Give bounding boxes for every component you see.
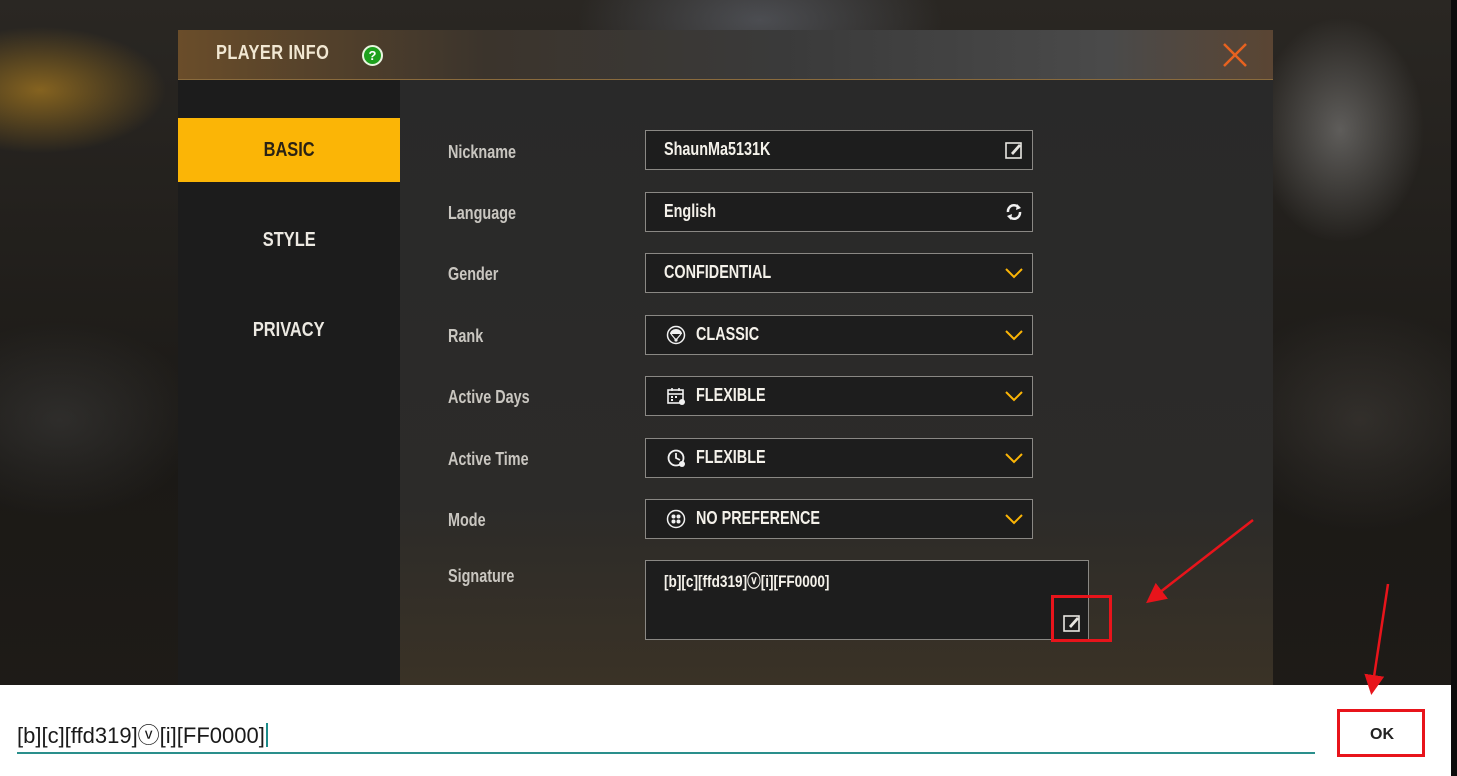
active-time-label: Active Time [448,449,529,469]
active-days-label: Active Days [448,387,530,407]
basic-settings-panel: Nickname ShaunMa5131K Language English G… [400,80,1273,685]
mode-select[interactable]: NO PREFERENCE [645,499,1033,539]
sidebar-item-basic[interactable]: BASIC [178,118,400,182]
player-info-dialog: PLAYER INFO ? BASIC STYLE PRIVACY Nickna… [178,30,1273,685]
signature-value: [b][c][ffd319]ⓥ[i][FF0000] [664,572,830,591]
active-time-value: FLEXIBLE [696,447,766,467]
sidebar-item-privacy[interactable]: PRIVACY [178,298,400,362]
team-icon [666,509,686,529]
parachute-icon [666,325,686,345]
nickname-field[interactable]: ShaunMa5131K [645,130,1033,170]
active-days-value: FLEXIBLE [696,385,766,405]
signature-label: Signature [448,566,515,586]
chevron-down-icon [1005,330,1023,341]
sidebar-item-style[interactable]: STYLE [178,208,400,272]
nickname-value: ShaunMa5131K [664,139,771,159]
gender-value: CONFIDENTIAL [664,262,772,282]
close-icon[interactable] [1218,38,1252,72]
language-label: Language [448,203,517,223]
sidebar: BASIC STYLE PRIVACY [178,80,400,685]
mode-value: NO PREFERENCE [696,508,821,528]
edit-icon[interactable] [1004,140,1024,160]
chevron-down-icon [1005,391,1023,402]
language-field[interactable]: English [645,192,1033,232]
calendar-icon [667,388,685,405]
language-value: English [664,201,717,221]
signature-input[interactable]: [b][c][ffd319]ⓥ[i][FF0000] [17,718,268,750]
nickname-label: Nickname [448,142,517,162]
edit-icon[interactable] [1062,613,1082,633]
gender-select[interactable]: CONFIDENTIAL [645,253,1033,293]
active-days-select[interactable]: FLEXIBLE [645,376,1033,416]
input-underline [17,752,1315,754]
gender-label: Gender [448,264,499,284]
dialog-title: PLAYER INFO [216,42,330,64]
mode-label: Mode [448,510,486,530]
rank-label: Rank [448,326,484,346]
ok-button[interactable]: OK [1346,715,1418,755]
rank-select[interactable]: CLASSIC [645,315,1033,355]
signature-field[interactable]: [b][c][ffd319]ⓥ[i][FF0000] [645,560,1089,640]
screen-edge [1451,0,1457,776]
text-input-bar: [b][c][ffd319]ⓥ[i][FF0000] OK [0,685,1451,776]
active-time-select[interactable]: FLEXIBLE [645,438,1033,478]
chevron-down-icon [1005,453,1023,464]
chevron-down-icon [1005,268,1023,279]
clock-icon [667,449,685,467]
help-icon[interactable]: ? [362,45,383,66]
text-caret [265,723,268,747]
refresh-icon[interactable] [1004,202,1024,222]
dialog-header: PLAYER INFO ? [178,30,1273,80]
chevron-down-icon [1005,514,1023,525]
rank-value: CLASSIC [696,324,760,344]
